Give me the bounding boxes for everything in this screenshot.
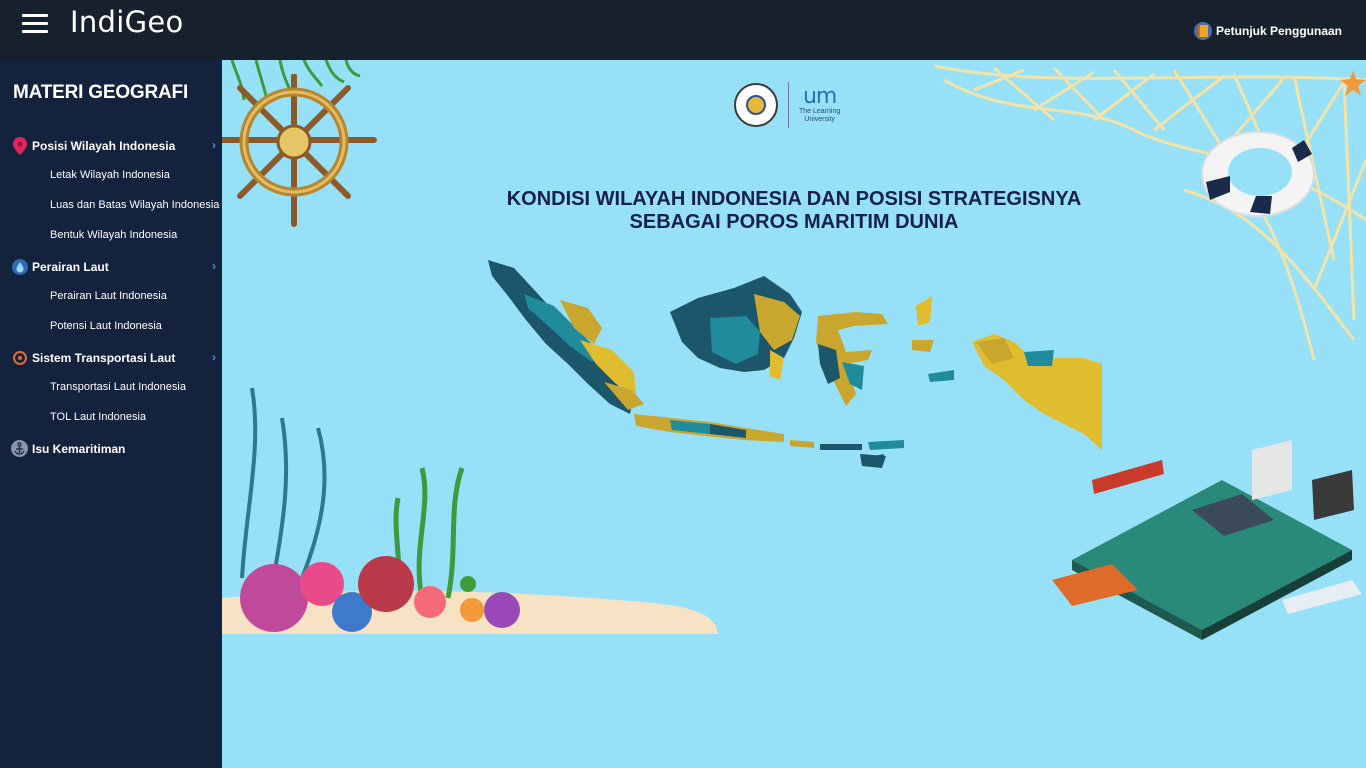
brand-title[interactable]: IndiGeo [70, 5, 184, 39]
sidebar-title: MATERI GEOGRAFI [13, 82, 189, 103]
main-banner: um The Learning University KONDISI WILAY… [222, 60, 1366, 768]
um-logo-sub1: The Learning [799, 108, 841, 115]
water-drop-icon [11, 258, 28, 275]
logo-divider [788, 82, 789, 128]
menu-posisi-wilayah[interactable]: Posisi Wilayah Indonesia › [11, 136, 216, 155]
menu-perairan-laut-label: Perairan Laut [32, 259, 109, 274]
page-title-line1: KONDISI WILAYAH INDONESIA DAN POSISI STR… [506, 188, 1082, 210]
map-pin-icon [11, 136, 28, 155]
chevron-right-icon: › [212, 138, 216, 152]
anchor-icon [11, 440, 28, 457]
submenu-tol-laut[interactable]: TOL Laut Indonesia [50, 411, 146, 423]
submenu-letak-wilayah[interactable]: Letak Wilayah Indonesia [50, 169, 170, 181]
compass-icon [11, 349, 28, 366]
coral-reef-decoration [222, 388, 718, 634]
starfish-decoration [1340, 70, 1366, 96]
menu-posisi-wilayah-label: Posisi Wilayah Indonesia [32, 138, 176, 153]
submenu-bentuk-wilayah[interactable]: Bentuk Wilayah Indonesia [50, 229, 177, 241]
menu-sistem-transportasi[interactable]: Sistem Transportasi Laut › [11, 349, 216, 366]
menu-sistem-transportasi-label: Sistem Transportasi Laut [32, 350, 176, 365]
user-guide-label: Petunjuk Penggunaan [1215, 24, 1342, 38]
chevron-right-icon: › [212, 259, 216, 273]
menu-perairan-laut[interactable]: Perairan Laut › [11, 258, 216, 275]
um-logo-sub2: University [804, 116, 835, 123]
submenu-perairan-laut-indonesia[interactable]: Perairan Laut Indonesia [50, 290, 167, 302]
user-guide-link[interactable]: Petunjuk Penggunaan [1193, 22, 1342, 40]
menu-isu-kemaritiman-label: Isu Kemaritiman [32, 441, 126, 456]
book-icon [1193, 22, 1212, 40]
submenu-potensi-laut[interactable]: Potensi Laut Indonesia [50, 320, 162, 332]
chevron-right-icon: › [212, 350, 216, 364]
port-industry-illustration [1052, 440, 1362, 640]
sidebar: MATERI GEOGRAFI Posisi Wilayah Indonesia… [0, 60, 222, 768]
page-title: KONDISI WILAYAH INDONESIA DAN POSISI STR… [222, 188, 1366, 234]
university-seal-logo [734, 83, 778, 127]
university-logos: um The Learning University [734, 82, 840, 128]
um-logo: um The Learning University [799, 86, 840, 124]
page-title-line2: SEBAGAI POROS MARITIM DUNIA [629, 211, 959, 233]
top-navbar: IndiGeo Petunjuk Penggunaan [0, 0, 1366, 60]
hamburger-menu-icon[interactable] [22, 14, 48, 34]
menu-isu-kemaritiman[interactable]: Isu Kemaritiman [11, 440, 216, 457]
submenu-luas-batas[interactable]: Luas dan Batas Wilayah Indonesia [50, 199, 219, 211]
um-logo-mark: um [802, 84, 837, 109]
submenu-transportasi-laut[interactable]: Transportasi Laut Indonesia [50, 381, 186, 393]
